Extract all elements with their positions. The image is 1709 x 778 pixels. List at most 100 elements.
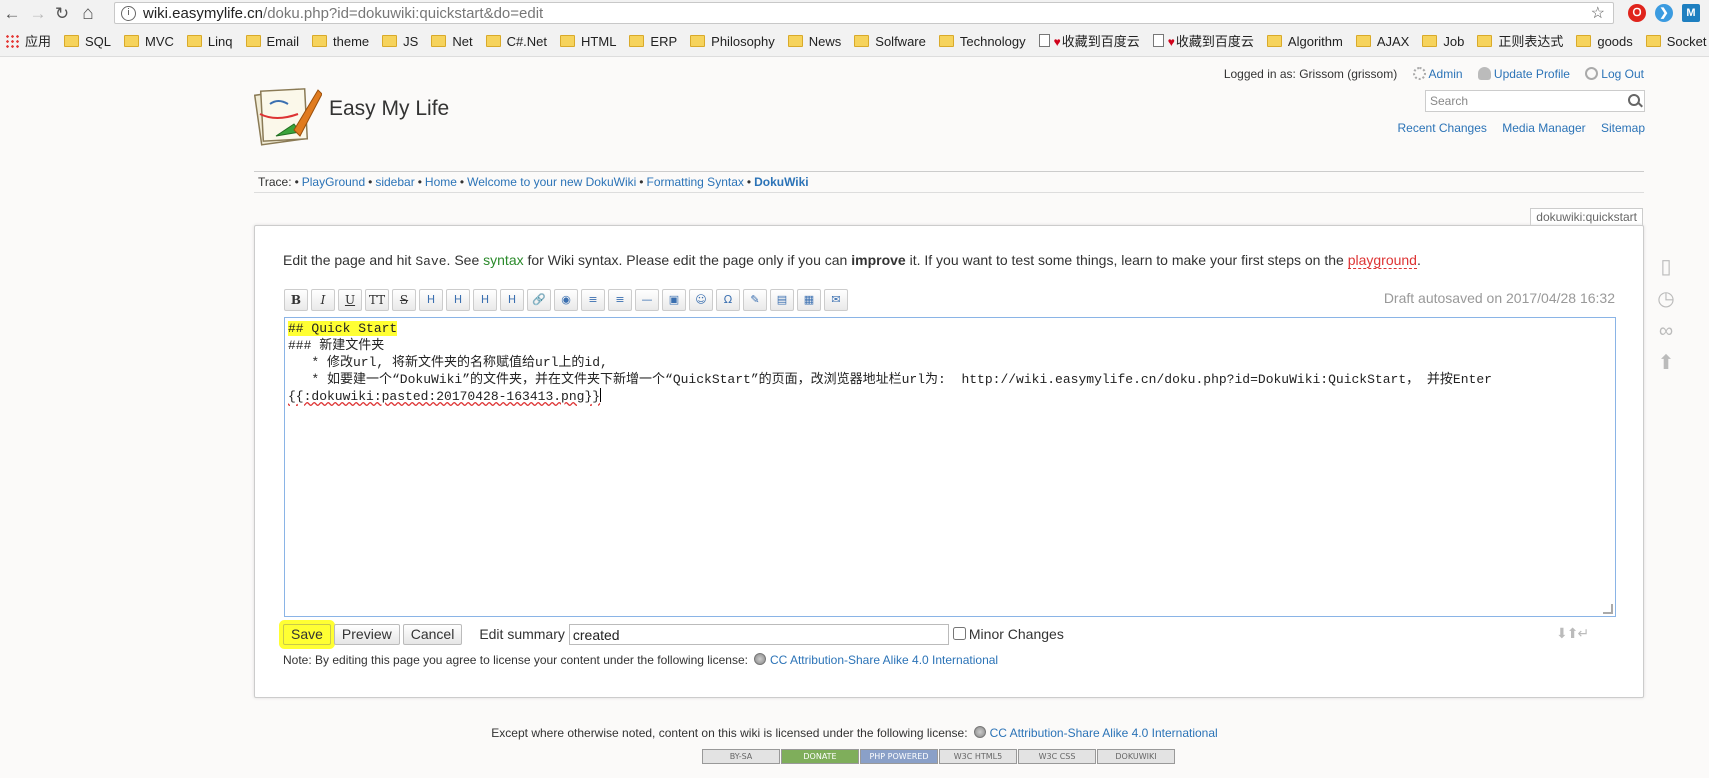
underline-icon[interactable]: U [338, 289, 362, 311]
bookmark-item[interactable]: SQL [58, 28, 111, 56]
wrap-icon[interactable]: ↵ [1577, 625, 1589, 641]
bookmark-item[interactable]: Socket [1640, 28, 1707, 56]
attach-icon[interactable]: ✉ [824, 289, 848, 311]
resize-grip-icon[interactable] [1603, 604, 1613, 614]
address-bar[interactable]: i wiki.easymylife.cn/doku.php?id=dokuwik… [114, 2, 1614, 24]
cancel-button[interactable]: Cancel [402, 624, 463, 645]
breadcrumb-link[interactable]: DokuWiki [754, 175, 809, 189]
preview-button[interactable]: Preview [333, 624, 400, 645]
edit-summary-input[interactable] [568, 624, 949, 645]
back-to-top-icon[interactable]: ⬆ [1655, 352, 1677, 374]
footer-badge[interactable]: BY-SA [702, 749, 780, 764]
backlinks-icon[interactable]: ∞ [1655, 320, 1677, 342]
home-icon[interactable]: ⌂ [78, 4, 98, 24]
footer-badge[interactable]: W3C CSS [1018, 749, 1096, 764]
update-profile-link[interactable]: Update Profile [1494, 67, 1570, 81]
link-icon[interactable]: 🔗 [527, 289, 551, 311]
bookmark-item[interactable]: Linq [181, 28, 233, 56]
folder-icon [1422, 35, 1438, 47]
bookmark-item[interactable]: Email [240, 28, 299, 56]
sitemap-link[interactable]: Sitemap [1601, 121, 1645, 135]
m-extension-icon[interactable]: M [1682, 4, 1700, 22]
show-page-icon[interactable]: ▯ [1655, 256, 1677, 278]
strike-icon[interactable]: S [392, 289, 416, 311]
bold-icon[interactable]: B [284, 289, 308, 311]
footer-badge[interactable]: PHP POWERED [860, 749, 938, 764]
media-manager-link[interactable]: Media Manager [1502, 121, 1585, 135]
footer-license-link[interactable]: CC Attribution-Share Alike 4.0 Internati… [990, 726, 1218, 740]
reload-icon[interactable]: ↻ [52, 4, 72, 24]
bookmark-item[interactable]: MVC [118, 28, 174, 56]
forward-icon[interactable]: → [28, 4, 48, 24]
ordered-list-icon[interactable]: ≡ [581, 289, 605, 311]
smiley-icon[interactable]: ☺ [689, 289, 713, 311]
bookmark-star-icon[interactable]: ☆ [1591, 3, 1605, 23]
search-icon[interactable] [1628, 94, 1640, 106]
bookmark-item[interactable]: Net [425, 28, 473, 56]
bookmark-item[interactable]: 正则表达式 [1471, 28, 1563, 56]
bookmark-item[interactable]: theme [306, 28, 369, 56]
bookmark-item[interactable]: Solfware [848, 28, 926, 56]
site-title[interactable]: Easy My Life [329, 97, 449, 121]
editor-line-2: ### 新建文件夹 [288, 338, 385, 353]
bookmark-item[interactable]: News [782, 28, 841, 56]
breadcrumb-link[interactable]: PlayGround [302, 175, 365, 189]
browser-toolbar: ← → ↻ ⌂ i wiki.easymylife.cn/doku.php?id… [0, 0, 1709, 28]
bookmark-item[interactable]: 应用 [0, 28, 51, 56]
heading-higher-icon[interactable]: H [473, 289, 497, 311]
license-link[interactable]: CC Attribution-Share Alike 4.0 Internati… [770, 653, 998, 667]
breadcrumb-link[interactable]: sidebar [375, 175, 414, 189]
syntax-link[interactable]: syntax [483, 252, 523, 268]
footer-badge[interactable]: W3C HTML5 [939, 749, 1017, 764]
external-link-icon[interactable]: ◉ [554, 289, 578, 311]
info-icon[interactable]: i [121, 6, 136, 21]
back-icon[interactable]: ← [2, 4, 22, 24]
bookmark-item[interactable]: ♥收藏到百度云 [1147, 28, 1254, 56]
bookmark-item[interactable]: Philosophy [684, 28, 775, 56]
media-icon[interactable]: ▣ [662, 289, 686, 311]
signature-icon[interactable]: ✎ [743, 289, 767, 311]
minor-changes-checkbox[interactable] [952, 627, 966, 640]
footer-badge[interactable]: DONATE [781, 749, 859, 764]
unordered-list-icon[interactable]: ≡ [608, 289, 632, 311]
heading-same-icon[interactable]: H [419, 289, 443, 311]
bookmark-item[interactable]: Algorithm [1261, 28, 1343, 56]
bookmark-item[interactable]: ERP [623, 28, 677, 56]
admin-link[interactable]: Admin [1429, 67, 1463, 81]
playground-link[interactable]: playground [1347, 252, 1417, 269]
heading-menu-icon[interactable]: H [500, 289, 524, 311]
search-input[interactable] [1426, 91, 1624, 111]
table-icon[interactable]: ▤ [770, 289, 794, 311]
footer-globe-icon [973, 726, 986, 738]
special-chars-icon[interactable]: Ω [716, 289, 740, 311]
arrow-down-icon[interactable]: ⬇ [1556, 625, 1568, 641]
heading-lower-icon[interactable]: H [446, 289, 470, 311]
wiki-text-editor[interactable]: ## Quick Start ### 新建文件夹 * 修改url, 将新文件夹的… [284, 317, 1616, 617]
logout-link[interactable]: Log Out [1601, 67, 1644, 81]
bookmark-item[interactable]: ♥收藏到百度云 [1033, 28, 1140, 56]
opera-extension-icon[interactable]: Ｏ [1628, 4, 1646, 22]
breadcrumb-link[interactable]: Formatting Syntax [647, 175, 744, 189]
recent-changes-link[interactable]: Recent Changes [1398, 121, 1487, 135]
draft-status: Draft autosaved on 2017/04/28 16:32 [1383, 290, 1615, 306]
bookmark-item[interactable]: AJAX [1350, 28, 1409, 56]
bookmark-item[interactable]: HTML [554, 28, 616, 56]
breadcrumb-link[interactable]: Welcome to your new DokuWiki [467, 175, 636, 189]
bookmark-label: Linq [207, 34, 233, 49]
arrow-up-icon[interactable]: ⬆ [1567, 625, 1579, 641]
extension-icon[interactable]: ❯ [1655, 4, 1673, 22]
old-revisions-icon[interactable]: ◷ [1655, 288, 1677, 310]
save-button[interactable]: Save [283, 624, 331, 645]
bookmark-item[interactable]: goods [1570, 28, 1633, 56]
bookmark-item[interactable]: Technology [933, 28, 1026, 56]
bookmark-item[interactable]: Job [1416, 28, 1464, 56]
hr-icon[interactable]: — [635, 289, 659, 311]
italic-icon[interactable]: I [311, 289, 335, 311]
dokuwiki-logo[interactable] [254, 84, 322, 150]
footer-badge[interactable]: DOKUWIKI [1097, 749, 1175, 764]
breadcrumb-link[interactable]: Home [425, 175, 457, 189]
insert-icon[interactable]: ▦ [797, 289, 821, 311]
bookmark-item[interactable]: C#.Net [480, 28, 547, 56]
bookmark-item[interactable]: JS [376, 28, 418, 56]
code-icon[interactable]: TT [365, 289, 389, 311]
